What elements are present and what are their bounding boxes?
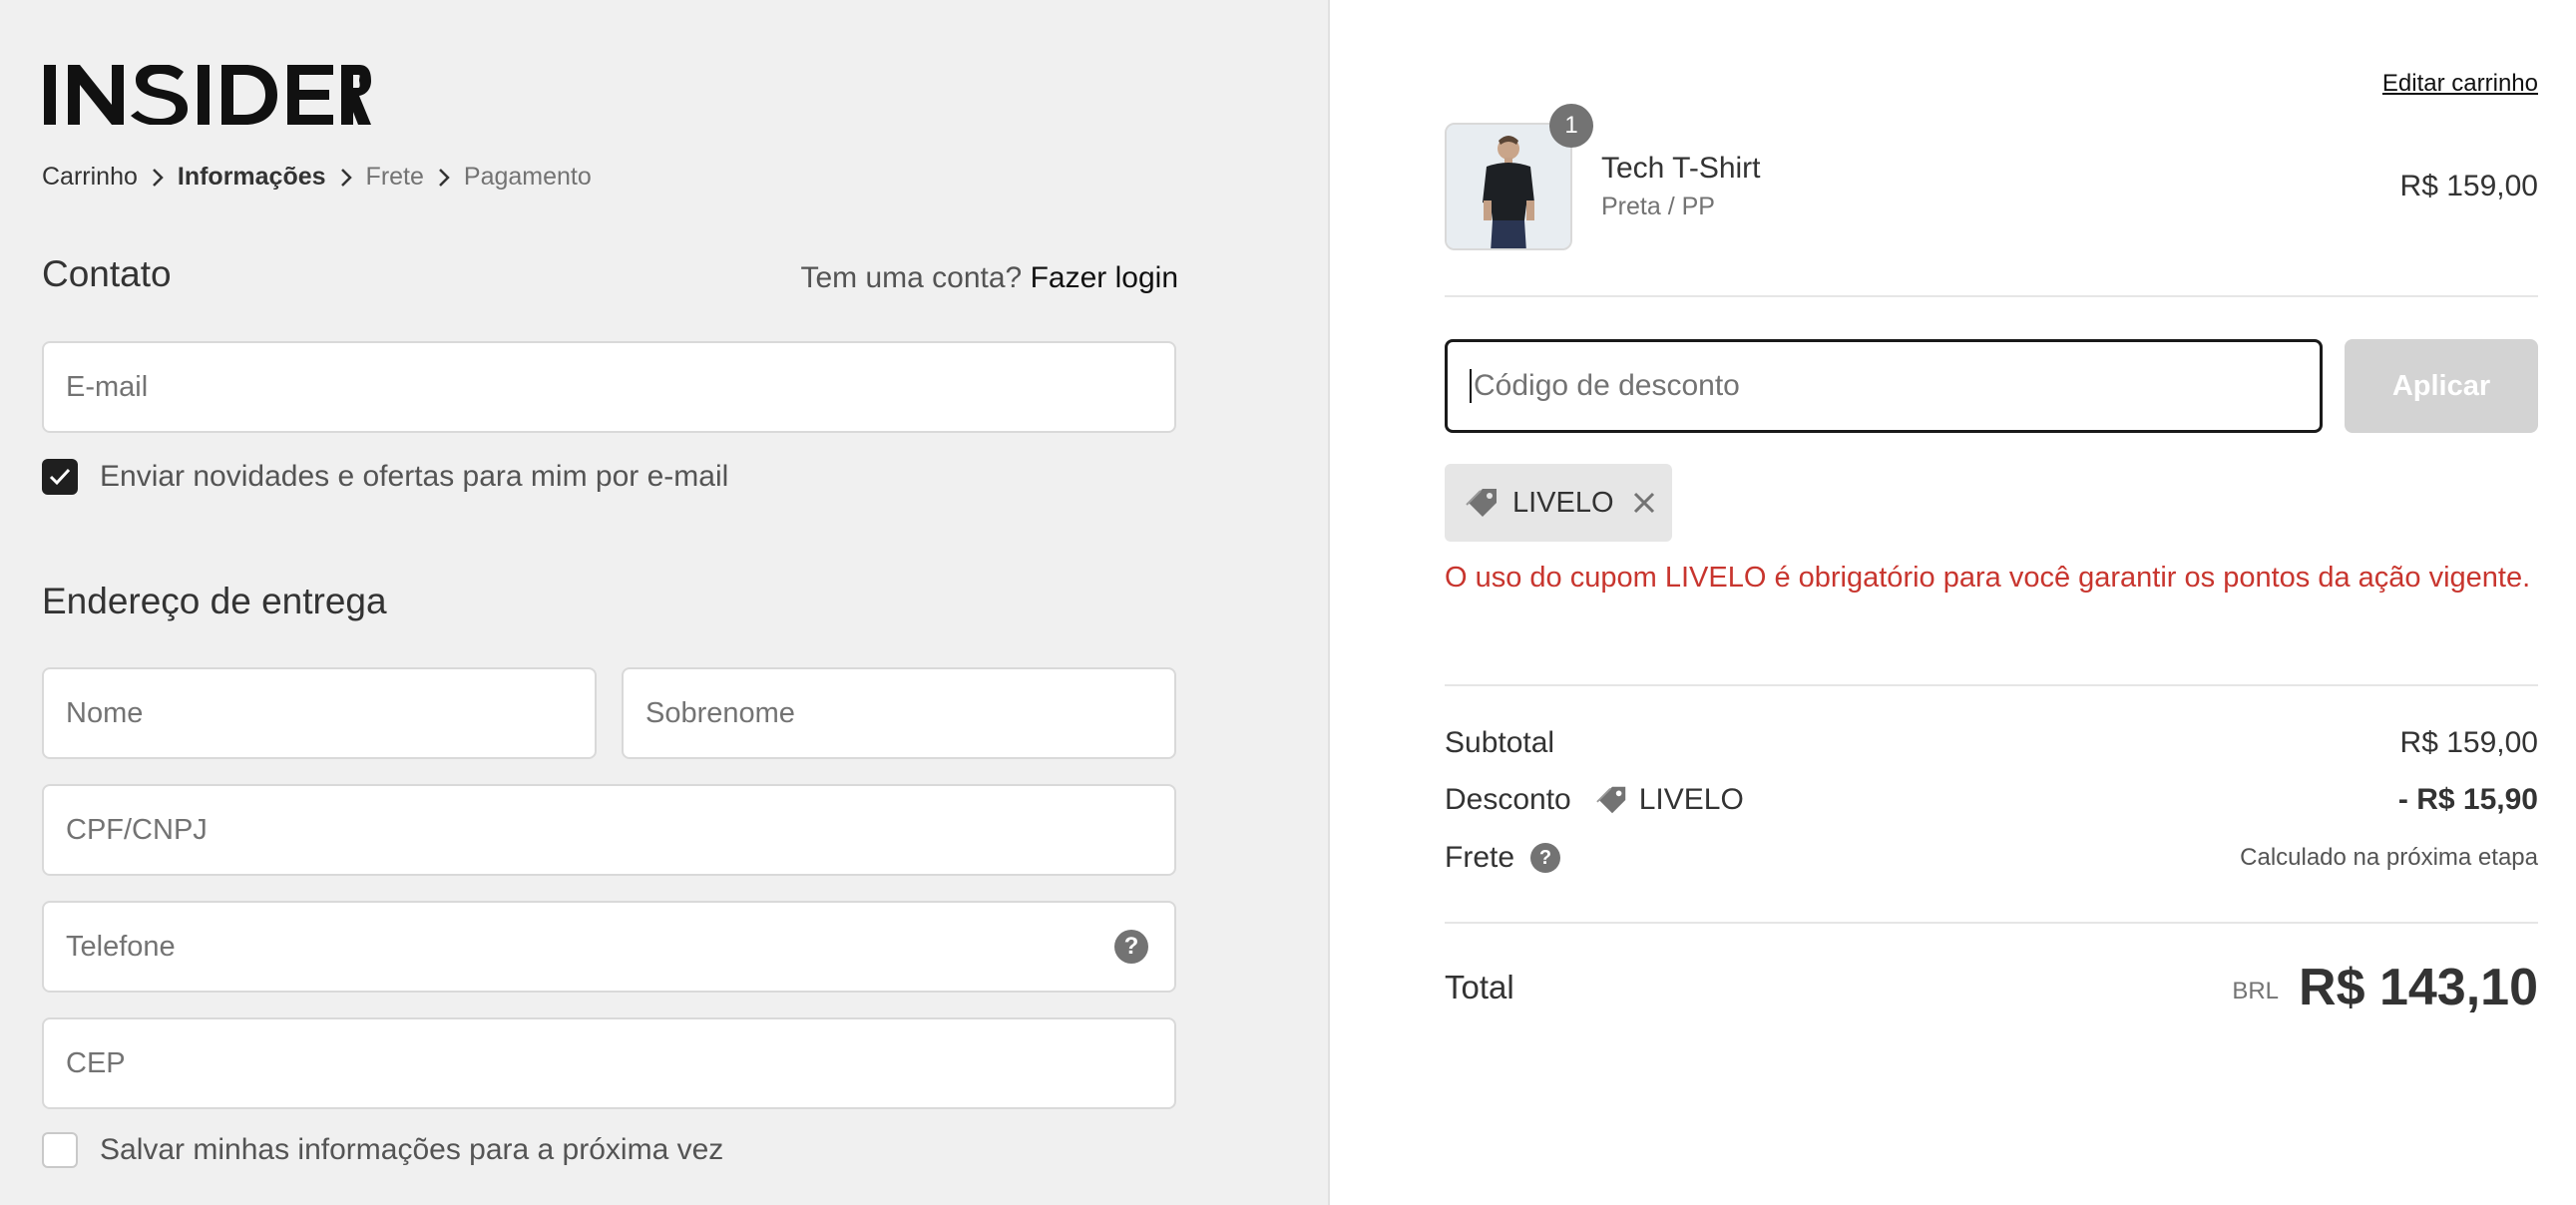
tag-icon (1466, 489, 1497, 517)
last-name-field[interactable]: Sobrenome (622, 667, 1176, 759)
checkmark-icon (49, 468, 71, 486)
save-info-checkbox[interactable] (42, 1132, 78, 1168)
text-cursor (1470, 369, 1472, 403)
total-label: Total (1445, 969, 1514, 1005)
help-icon[interactable]: ? (1114, 930, 1148, 964)
checkout-form-panel: Carrinho Informações Frete Pagamento Con… (0, 0, 1330, 1205)
total-amount: R$ 143,10 (2299, 959, 2538, 1016)
last-name-placeholder: Sobrenome (645, 696, 795, 729)
discount-value: - R$ 15,90 (2397, 783, 2538, 816)
product-name: Tech T-Shirt (1601, 152, 1761, 185)
divider (1445, 295, 2538, 297)
help-icon[interactable]: ? (1530, 843, 1561, 873)
phone-placeholder: Telefone (66, 930, 176, 963)
shipping-value: Calculado na próxima etapa (2240, 844, 2538, 871)
discount-row: Desconto LIVELO - R$ 15,90 (1445, 783, 2538, 817)
cep-placeholder: CEP (66, 1046, 126, 1079)
cpf-placeholder: CPF/CNPJ (66, 813, 208, 846)
close-icon[interactable] (1632, 491, 1656, 515)
shipping-address-title: Endereço de entrega (42, 581, 387, 621)
divider (1445, 684, 2538, 686)
email-field[interactable]: E-mail (42, 341, 1176, 433)
breadcrumb-cart[interactable]: Carrinho (42, 163, 138, 192)
coupon-error-message: O uso do cupom LIVELO é obrigatório para… (1445, 562, 2531, 594)
save-info-label: Salvar minhas informações para a próxima… (100, 1133, 724, 1166)
discount-code-input[interactable]: Código de desconto (1445, 339, 2323, 433)
discount-code-text: LIVELO (1638, 783, 1744, 816)
email-placeholder: E-mail (66, 370, 149, 403)
breadcrumb-shipping: Frete (365, 163, 424, 191)
login-prompt: Tem uma conta? Fazer login (800, 261, 1178, 295)
divider (1445, 922, 2538, 924)
shipping-row: Frete ? Calculado na próxima etapa (1445, 841, 2538, 875)
chevron-right-icon (424, 165, 464, 191)
first-name-field[interactable]: Nome (42, 667, 597, 759)
contact-title: Contato (42, 253, 172, 294)
subtotal-row: Subtotal R$ 159,00 (1445, 726, 2538, 760)
cpf-cnpj-field[interactable]: CPF/CNPJ (42, 784, 1176, 876)
applied-coupon-chip: LIVELO (1445, 464, 1672, 542)
edit-cart-link[interactable]: Editar carrinho (2382, 70, 2538, 98)
subtotal-label: Subtotal (1445, 726, 1555, 759)
first-name-placeholder: Nome (66, 696, 144, 729)
login-link[interactable]: Fazer login (1031, 261, 1178, 294)
phone-field[interactable]: Telefone ? (42, 901, 1176, 993)
newsletter-label: Enviar novidades e ofertas para mim por … (100, 460, 729, 493)
has-account-text: Tem uma conta? (800, 261, 1023, 294)
order-summary-panel: Editar carrinho 1 Tech T-Shirt Preta / P… (1332, 0, 2576, 1205)
currency-code: BRL (2232, 978, 2280, 1004)
save-info-option[interactable]: Salvar minhas informações para a próxima… (42, 1132, 723, 1168)
product-variant: Preta / PP (1601, 193, 1715, 220)
apply-discount-button[interactable]: Aplicar (2345, 339, 2538, 433)
tag-icon (1595, 786, 1625, 814)
breadcrumb-payment: Pagamento (463, 163, 592, 191)
cep-field[interactable]: CEP (42, 1017, 1176, 1109)
insider-logo[interactable] (42, 65, 371, 125)
chevron-right-icon (326, 165, 366, 191)
shipping-label: Frete (1445, 841, 1515, 874)
newsletter-option[interactable]: Enviar novidades e ofertas para mim por … (42, 459, 728, 495)
subtotal-value: R$ 159,00 (2399, 726, 2538, 759)
breadcrumb: Carrinho Informações Frete Pagamento (42, 163, 592, 192)
product-image (1445, 123, 1572, 250)
applied-coupon-code: LIVELO (1512, 486, 1614, 519)
chevron-right-icon (138, 165, 178, 191)
total-row: Total BRL R$ 143,10 (1445, 958, 2538, 1017)
product-price: R$ 159,00 (2399, 170, 2538, 202)
tshirt-model-image (1447, 125, 1570, 248)
discount-label: Desconto (1445, 783, 1571, 816)
discount-placeholder: Código de desconto (1474, 369, 1740, 402)
quantity-badge: 1 (1549, 104, 1593, 148)
breadcrumb-information: Informações (177, 163, 326, 191)
newsletter-checkbox[interactable] (42, 459, 78, 495)
discount-code-tag: LIVELO (1595, 783, 1744, 817)
